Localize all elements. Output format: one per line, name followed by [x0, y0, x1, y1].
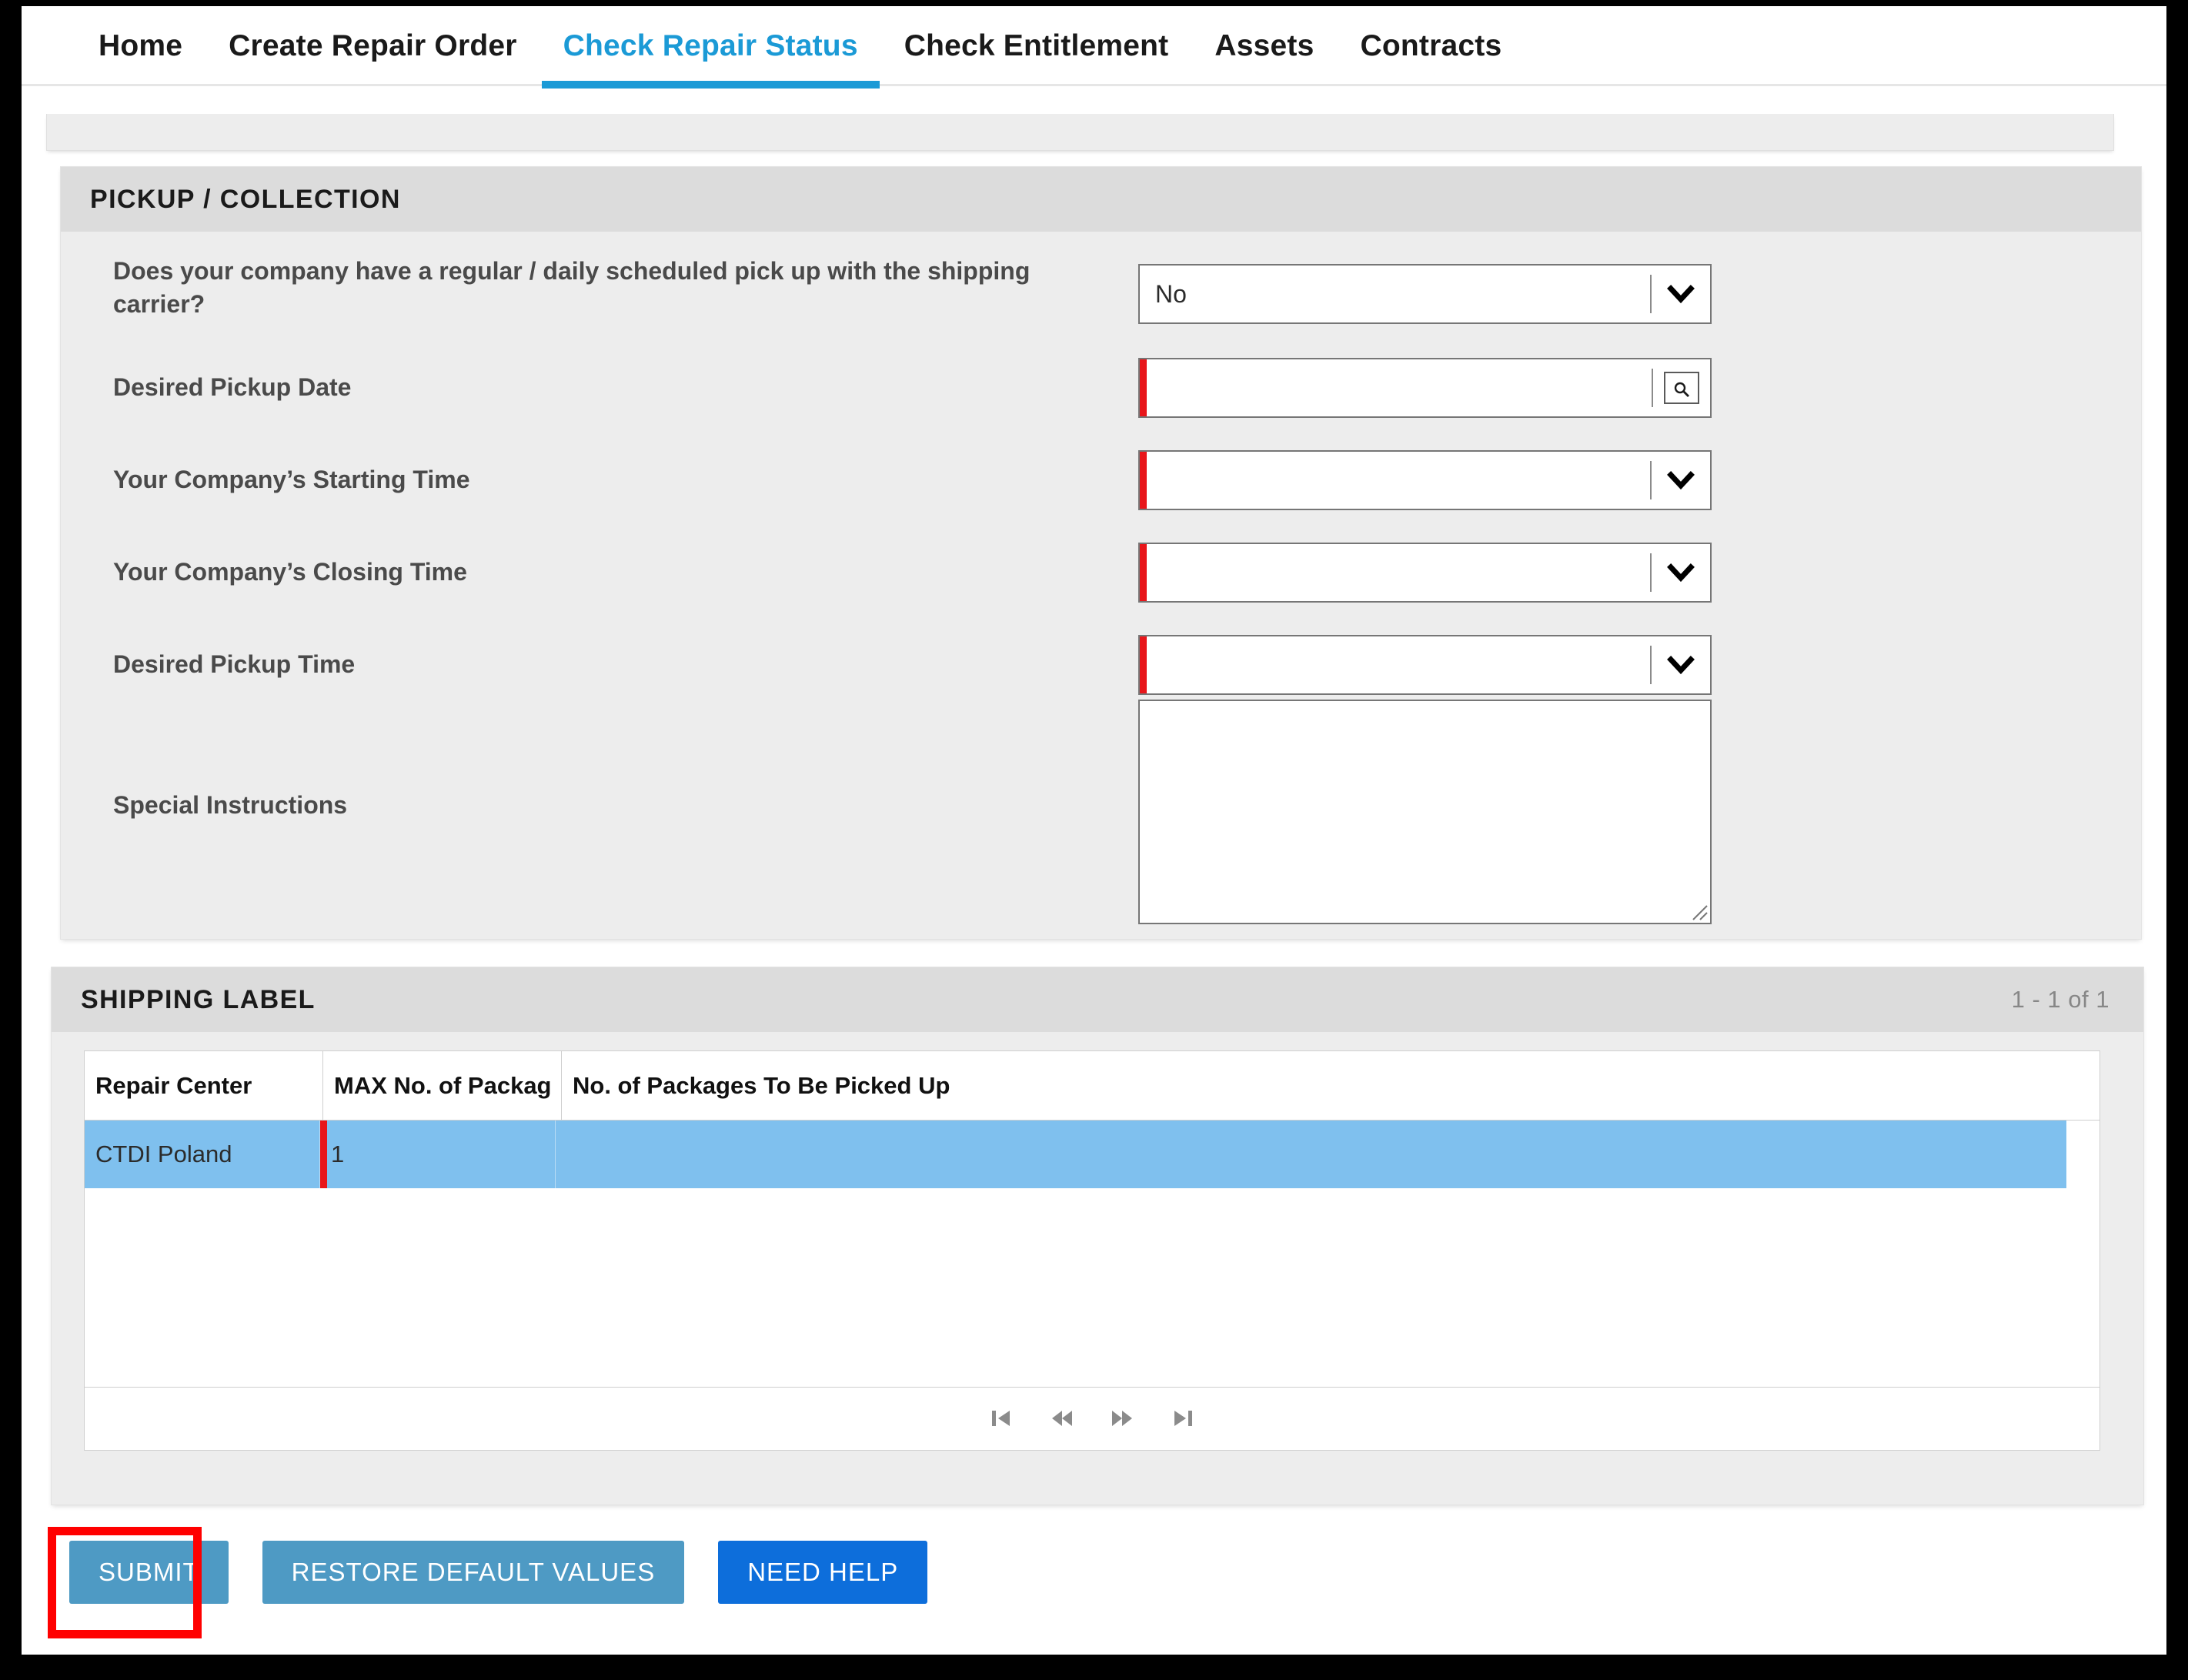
- shipping-section-title: SHIPPING LABEL: [81, 984, 316, 1014]
- table-row[interactable]: CTDI Poland 1: [85, 1121, 2066, 1188]
- column-header-repair-center[interactable]: Repair Center: [85, 1051, 323, 1120]
- closing-time-control: [1138, 543, 1712, 603]
- desired-pickup-date-control: [1138, 358, 1712, 418]
- need-help-button[interactable]: NEED HELP: [718, 1541, 928, 1604]
- last-page-icon[interactable]: [1169, 1405, 1195, 1431]
- chevron-down-icon: [1665, 465, 1696, 496]
- desired-pickup-time-control: [1138, 635, 1712, 695]
- record-count: 1 - 1 of 1: [2011, 986, 2109, 1013]
- main-navigation: Home Create Repair Order Check Repair St…: [22, 6, 2166, 89]
- starting-time-label: Your Company’s Starting Time: [113, 466, 470, 494]
- starting-time-control: [1138, 450, 1712, 510]
- first-page-icon[interactable]: [989, 1405, 1015, 1431]
- nav-tab-check-entitlement-label: Check Entitlement: [904, 29, 1169, 62]
- column-header-no-of-packages-picked-up[interactable]: No. of Packages To Be Picked Up: [562, 1051, 2093, 1120]
- special-instructions-label: Special Instructions: [113, 791, 348, 819]
- magnifier-glyph: [1674, 382, 1689, 397]
- scheduled-pickup-label: Does your company have a regular / daily…: [113, 257, 1031, 319]
- form-row-closing-time: Your Company’s Closing Time: [61, 543, 2141, 603]
- nav-tab-home-label: Home: [99, 29, 183, 62]
- next-page-icon[interactable]: [1109, 1405, 1135, 1431]
- scheduled-pickup-control: No: [1138, 264, 1712, 324]
- cell-max-no-of-packages[interactable]: 1: [319, 1121, 556, 1188]
- table-empty-area: [85, 1188, 2099, 1388]
- pickup-form: Does your company have a regular / daily…: [61, 232, 2141, 940]
- nav-tab-check-repair-status-label: Check Repair Status: [563, 29, 858, 62]
- shipping-label-table: Repair Center MAX No. of Packag No. of P…: [84, 1050, 2100, 1451]
- form-row-starting-time: Your Company’s Starting Time: [61, 450, 2141, 510]
- scheduled-pickup-select[interactable]: No: [1138, 264, 1712, 324]
- nav-tab-check-entitlement[interactable]: Check Entitlement: [881, 6, 1192, 86]
- form-row-desired-pickup-time: Desired Pickup Time: [61, 635, 2141, 695]
- input-separator: [1652, 369, 1653, 407]
- previous-page-icon[interactable]: [1049, 1405, 1075, 1431]
- cell-no-of-packages-picked-up[interactable]: [556, 1121, 2066, 1188]
- select-separator: [1650, 461, 1652, 499]
- form-row-scheduled-pickup: Does your company have a regular / daily…: [61, 250, 2141, 342]
- shipping-section-header: SHIPPING LABEL 1 - 1 of 1: [52, 967, 2143, 1032]
- nav-tab-assets-label: Assets: [1214, 29, 1314, 62]
- restore-default-values-button[interactable]: RESTORE DEFAULT VALUES: [262, 1541, 685, 1604]
- nav-tab-create-repair-order-label: Create Repair Order: [229, 29, 517, 62]
- cell-repair-center: CTDI Poland: [85, 1121, 320, 1188]
- closing-time-label: Your Company’s Closing Time: [113, 558, 467, 586]
- desired-pickup-time-select[interactable]: [1138, 635, 1712, 695]
- chevron-down-icon: [1665, 650, 1696, 680]
- nav-tab-create-repair-order[interactable]: Create Repair Order: [205, 6, 539, 86]
- nav-tab-check-repair-status[interactable]: Check Repair Status: [540, 6, 881, 89]
- form-row-special-instructions: Special Instructions: [61, 700, 2141, 924]
- nav-tab-list: Home Create Repair Order Check Repair St…: [75, 6, 1525, 89]
- chevron-down-icon: [1665, 557, 1696, 588]
- pickup-section-header: PICKUP / COLLECTION: [61, 167, 2141, 232]
- shipping-label-section: SHIPPING LABEL 1 - 1 of 1 Repair Center …: [51, 967, 2144, 1505]
- nav-tab-contracts[interactable]: Contracts: [1338, 6, 1525, 86]
- screenshot-frame: Home Create Repair Order Check Repair St…: [0, 0, 2188, 1680]
- desired-pickup-time-label: Desired Pickup Time: [113, 650, 356, 679]
- table-pagination: [85, 1388, 2099, 1449]
- resize-handle-icon[interactable]: [1689, 901, 1709, 921]
- application-page: Home Create Repair Order Check Repair St…: [22, 6, 2166, 1655]
- starting-time-select[interactable]: [1138, 450, 1712, 510]
- date-picker-icon[interactable]: [1664, 372, 1699, 404]
- select-separator: [1650, 275, 1652, 313]
- desired-pickup-date-input[interactable]: [1138, 358, 1712, 418]
- form-row-desired-pickup-date: Desired Pickup Date: [61, 358, 2141, 418]
- pickup-collection-section: PICKUP / COLLECTION Does your company ha…: [60, 166, 2142, 940]
- action-button-bar: SUBMIT RESTORE DEFAULT VALUES NEED HELP: [69, 1541, 928, 1604]
- pickup-section-title: PICKUP / COLLECTION: [90, 184, 401, 214]
- nav-tab-home[interactable]: Home: [75, 6, 205, 86]
- chevron-down-icon: [1665, 279, 1696, 309]
- select-separator: [1650, 646, 1652, 684]
- submit-button[interactable]: SUBMIT: [69, 1541, 229, 1604]
- nav-tab-contracts-label: Contracts: [1360, 29, 1502, 62]
- column-header-max-no-of-packages[interactable]: MAX No. of Packag: [323, 1051, 562, 1120]
- desired-pickup-date-label: Desired Pickup Date: [113, 373, 352, 402]
- scheduled-pickup-value: No: [1155, 279, 1187, 308]
- scrolled-section-edge: [46, 114, 2114, 151]
- closing-time-select[interactable]: [1138, 543, 1712, 603]
- table-header-row: Repair Center MAX No. of Packag No. of P…: [85, 1051, 2099, 1121]
- special-instructions-textarea[interactable]: [1138, 700, 1712, 924]
- nav-tab-assets[interactable]: Assets: [1191, 6, 1337, 86]
- select-separator: [1650, 553, 1652, 592]
